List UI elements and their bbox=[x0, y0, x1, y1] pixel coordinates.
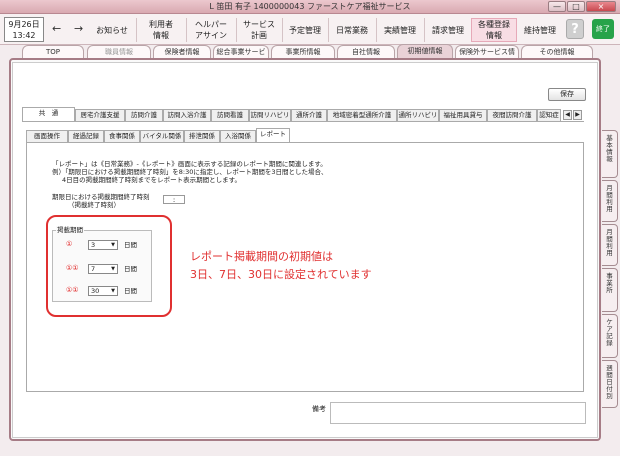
cat-tab[interactable]: 訪問看護 bbox=[211, 109, 249, 121]
date-text: 9月26日 bbox=[8, 20, 40, 29]
menu-helper-assign[interactable]: ヘルパー アサイン bbox=[188, 18, 234, 42]
side-tab-label: 基本情報 bbox=[606, 134, 613, 163]
cat-tab-common[interactable]: 共 通 bbox=[22, 107, 75, 121]
tab-top[interactable]: TOP bbox=[22, 45, 84, 58]
minimize-button[interactable]: — bbox=[548, 1, 566, 12]
divider bbox=[328, 18, 329, 42]
cat-tab[interactable]: 夜間訪問介護 bbox=[487, 109, 537, 121]
side-tab-label: 月間利用 bbox=[606, 184, 613, 213]
window-title: L 笛田 有子 1400000043 ファーストケア福祉サービス bbox=[209, 2, 411, 11]
menu-results[interactable]: 実績管理 bbox=[378, 18, 422, 42]
menu-schedule[interactable]: 予定管理 bbox=[284, 18, 326, 42]
cat-tab[interactable]: 居宅介護支援 bbox=[75, 109, 125, 121]
subtab-vital[interactable]: バイタル関係 bbox=[140, 130, 184, 142]
divider bbox=[376, 18, 377, 42]
side-tab-monthly-use[interactable]: 月間利用 bbox=[602, 180, 618, 222]
cat-tab[interactable]: 地域密着型通所介護 bbox=[327, 109, 397, 121]
tab-staff[interactable]: 職員情報 bbox=[87, 45, 151, 58]
description-line: 例）「期限日における掲載期間終了時刻」を8:30に指定し、レポート期間を3日間と… bbox=[52, 168, 328, 176]
cutoff-sublabel: （掲載終了時刻） bbox=[68, 201, 120, 209]
side-tab-care-record[interactable]: ケア記録 bbox=[602, 314, 618, 358]
close-button[interactable]: × bbox=[586, 1, 616, 12]
cat-tab[interactable]: 通所リハビリ bbox=[397, 109, 439, 121]
cat-tab[interactable]: 訪問入浴介護 bbox=[163, 109, 211, 121]
tab-divider bbox=[22, 121, 584, 122]
divider bbox=[236, 18, 237, 42]
cat-tab[interactable]: 訪問リハビリ bbox=[249, 109, 291, 121]
highlight-outline bbox=[46, 215, 172, 317]
datetime-display: 9月26日 13:42 bbox=[4, 17, 44, 42]
menu-notice[interactable]: お知らせ bbox=[91, 18, 133, 42]
remark-label: 備考 bbox=[312, 405, 326, 413]
side-tab-office[interactable]: 事業所 bbox=[602, 268, 618, 312]
cutoff-label: 期限日における掲載期間終了時刻 bbox=[52, 193, 150, 201]
tab-initial-values[interactable]: 初期値情報 bbox=[397, 44, 453, 58]
side-tab-label: 週間日付別 bbox=[606, 364, 613, 400]
description-line: 「レポート」は《日常業務》-《レポート》画面に表示する記録のレポート期間に関連し… bbox=[52, 160, 327, 168]
toolbar: 9月26日 13:42 ← → お知らせ 利用者 情報 ヘルパー アサイン サー… bbox=[0, 14, 620, 45]
tab-insurer[interactable]: 保険者情報 bbox=[153, 45, 211, 58]
subtab-report[interactable]: レポート bbox=[256, 128, 290, 142]
cat-tab[interactable]: 通所介護 bbox=[291, 109, 327, 121]
subtab-bath[interactable]: 入浴関係 bbox=[220, 130, 256, 142]
side-tab-label: 事業所 bbox=[606, 272, 613, 294]
cat-tab[interactable]: 訪問介護 bbox=[125, 109, 163, 121]
menu-service-plan[interactable]: サービス 計画 bbox=[238, 18, 280, 42]
cat-tab[interactable]: 福祉用具貸与 bbox=[439, 109, 487, 121]
tab-general-service[interactable]: 総合事業サービス bbox=[213, 45, 269, 68]
subtab-progress-record[interactable]: 経過記録 bbox=[68, 130, 104, 142]
side-tab-monthly-use-2[interactable]: 月間利用 bbox=[602, 224, 618, 266]
cutoff-time-input[interactable]: : bbox=[163, 195, 185, 204]
tab-office[interactable]: 事業所情報 bbox=[271, 45, 335, 58]
menu-maintenance[interactable]: 維持管理 bbox=[518, 18, 562, 42]
tab-non-insured-service[interactable]: 保険外サービス情報 bbox=[455, 45, 519, 68]
scroll-right-icon[interactable]: ▶ bbox=[573, 110, 582, 120]
save-button[interactable]: 保存 bbox=[548, 88, 586, 101]
menu-billing[interactable]: 請求管理 bbox=[426, 18, 470, 42]
description-line: 4日目の掲載期間終了時刻までをレポート表示期間とします。 bbox=[62, 176, 241, 184]
back-arrow-icon[interactable]: ← bbox=[52, 22, 61, 35]
remark-input[interactable] bbox=[330, 402, 586, 424]
menu-user-info[interactable]: 利用者 情報 bbox=[139, 18, 183, 42]
scroll-left-icon[interactable]: ◀ bbox=[563, 110, 572, 120]
subtab-screen-operation[interactable]: 画面操作 bbox=[26, 130, 68, 142]
divider bbox=[424, 18, 425, 42]
menu-registration[interactable]: 各種登録 情報 bbox=[471, 18, 517, 42]
help-icon[interactable]: ? bbox=[566, 19, 584, 39]
subtab-meal[interactable]: 食事関係 bbox=[104, 130, 140, 142]
tab-other[interactable]: その他情報 bbox=[521, 45, 593, 58]
side-tab-label: 月間利用 bbox=[606, 228, 613, 257]
exit-button[interactable]: 終了 bbox=[592, 19, 614, 39]
menu-daily-work[interactable]: 日常業務 bbox=[330, 18, 374, 42]
app-window: L 笛田 有子 1400000043 ファーストケア福祉サービス — □ × 9… bbox=[0, 0, 620, 456]
maximize-button[interactable]: □ bbox=[567, 1, 585, 12]
subtab-excretion[interactable]: 排泄関係 bbox=[184, 130, 220, 142]
annotation-line: レポート掲載期間の初期値は bbox=[190, 250, 333, 263]
divider bbox=[136, 18, 137, 42]
side-tab-label: ケア記録 bbox=[606, 318, 613, 347]
tab-company[interactable]: 自社情報 bbox=[337, 45, 395, 58]
divider bbox=[282, 18, 283, 42]
side-tab-basic-info[interactable]: 基本情報 bbox=[602, 130, 618, 178]
title-bar: L 笛田 有子 1400000043 ファーストケア福祉サービス — □ × bbox=[0, 0, 620, 14]
annotation-line: 3日、7日、30日に設定されています bbox=[190, 268, 372, 281]
cat-tab[interactable]: 認知症 bbox=[537, 109, 561, 121]
divider bbox=[186, 18, 187, 42]
side-tab-weekly-date[interactable]: 週間日付別 bbox=[602, 360, 618, 408]
time-text: 13:42 bbox=[12, 31, 36, 40]
forward-arrow-icon[interactable]: → bbox=[74, 22, 83, 35]
